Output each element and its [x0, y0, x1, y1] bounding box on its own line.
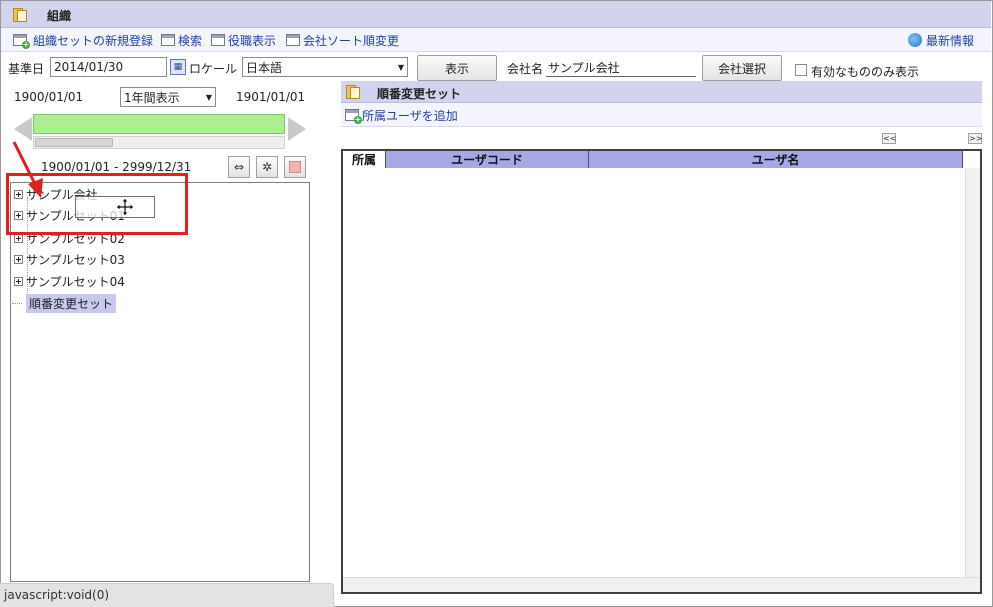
- base-date-label: 基準日: [8, 62, 45, 76]
- company-label: 会社名: [507, 62, 544, 76]
- tree-connector: [12, 302, 22, 304]
- chevron-down-icon: ▼: [205, 92, 212, 102]
- action-bar: + 組織セットの新規登録 検索 役職表示 会社ソート順変更 最新情報: [1, 28, 991, 52]
- position-view-link[interactable]: 役職表示: [211, 31, 276, 49]
- refresh-icon: [908, 33, 922, 47]
- window-icon: [161, 34, 175, 46]
- window-icon: [211, 34, 225, 46]
- user-grid: 所属 ユーザコード ユーザ名: [341, 149, 982, 594]
- expand-icon[interactable]: [14, 254, 23, 264]
- status-bar: javascript:void(0): [0, 583, 334, 607]
- latest-info-link[interactable]: 最新情報: [908, 31, 974, 49]
- chevron-down-icon: ▼: [397, 62, 404, 72]
- column-header-user-code[interactable]: ユーザコード: [386, 151, 589, 168]
- column-header-user-name[interactable]: ユーザ名: [589, 151, 963, 168]
- grid-header: 所属 ユーザコード ユーザ名: [343, 151, 963, 168]
- calendar-icon[interactable]: ▦: [170, 59, 186, 75]
- timeline-start: 1900/01/01: [14, 90, 84, 104]
- right-action-bar: + 所属ユーザを追加: [341, 103, 982, 127]
- timeline-slider[interactable]: [33, 114, 285, 134]
- locale-value: 日本語: [246, 60, 283, 75]
- right-panel-title: 順番変更セット: [377, 87, 462, 101]
- page-title: 組織: [47, 9, 72, 23]
- tree-node[interactable]: サンプルセット04: [14, 271, 125, 291]
- company-name-field: サンプル会社: [546, 59, 696, 77]
- add-user-label: 所属ユーザを追加: [362, 108, 458, 123]
- expand-icon[interactable]: [14, 276, 23, 286]
- folder-icon: [346, 85, 360, 99]
- company-sort-label: 会社ソート順変更: [303, 33, 400, 48]
- collapse-icon[interactable]: ✲: [256, 156, 278, 178]
- column-header-department[interactable]: 所属: [343, 151, 386, 168]
- pager-prev-button[interactable]: <<: [882, 133, 896, 144]
- red-arrow-icon: [12, 141, 43, 198]
- timeline-range: 1900/01/01 - 2999/12/31: [41, 160, 192, 174]
- locale-select[interactable]: 日本語 ▼: [242, 57, 408, 77]
- search-link[interactable]: 検索: [161, 31, 202, 49]
- timeline-end: 1901/01/01: [236, 90, 306, 104]
- expand-width-icon[interactable]: ⇔: [228, 156, 250, 178]
- tree-panel: サンプル会社 サンプルセット01 サンプルセット02 サンプルセット03 サンプ…: [10, 182, 310, 582]
- period-value: 1年間表示: [124, 90, 180, 105]
- folder-icon: [13, 8, 27, 22]
- pager-next-button[interactable]: >>: [968, 133, 982, 144]
- company-select-button[interactable]: 会社選択: [702, 55, 782, 81]
- search-label: 検索: [178, 33, 203, 48]
- grid-vertical-scrollbar[interactable]: [965, 168, 980, 577]
- tree-node-label: サンプルセット03: [26, 252, 125, 267]
- grid-horizontal-scrollbar[interactable]: [343, 577, 980, 592]
- company-sort-link[interactable]: 会社ソート順変更: [286, 31, 399, 49]
- clear-icon[interactable]: [284, 156, 306, 178]
- locale-label: ロケール: [189, 62, 238, 76]
- new-set-link[interactable]: + 組織セットの新規登録: [13, 31, 153, 49]
- window-icon: [286, 34, 300, 46]
- new-window-icon: +: [345, 109, 362, 124]
- latest-info-label: 最新情報: [926, 33, 975, 48]
- show-button[interactable]: 表示: [417, 55, 497, 81]
- tree-node-label: 順番変更セット: [26, 293, 117, 313]
- new-set-label: 組織セットの新規登録: [33, 33, 154, 48]
- base-date-input[interactable]: [50, 57, 167, 77]
- new-window-icon: +: [13, 34, 30, 49]
- tree-node[interactable]: サンプルセット03: [14, 249, 125, 269]
- tree-node-selected[interactable]: 順番変更セット: [12, 293, 117, 313]
- right-panel-title-bar: 順番変更セット: [341, 81, 982, 103]
- add-user-link[interactable]: + 所属ユーザを追加: [345, 106, 458, 124]
- valid-only-label: 有効なもののみ表示: [811, 65, 920, 79]
- position-view-label: 役職表示: [228, 33, 277, 48]
- period-select[interactable]: 1年間表示 ▼: [120, 87, 216, 107]
- tree-node-label: サンプルセット04: [26, 274, 125, 289]
- timeline-next-icon[interactable]: [288, 117, 306, 141]
- valid-only-checkbox[interactable]: [795, 64, 807, 76]
- title-bar: 組織: [1, 1, 991, 28]
- timeline-prev-icon[interactable]: [14, 117, 32, 141]
